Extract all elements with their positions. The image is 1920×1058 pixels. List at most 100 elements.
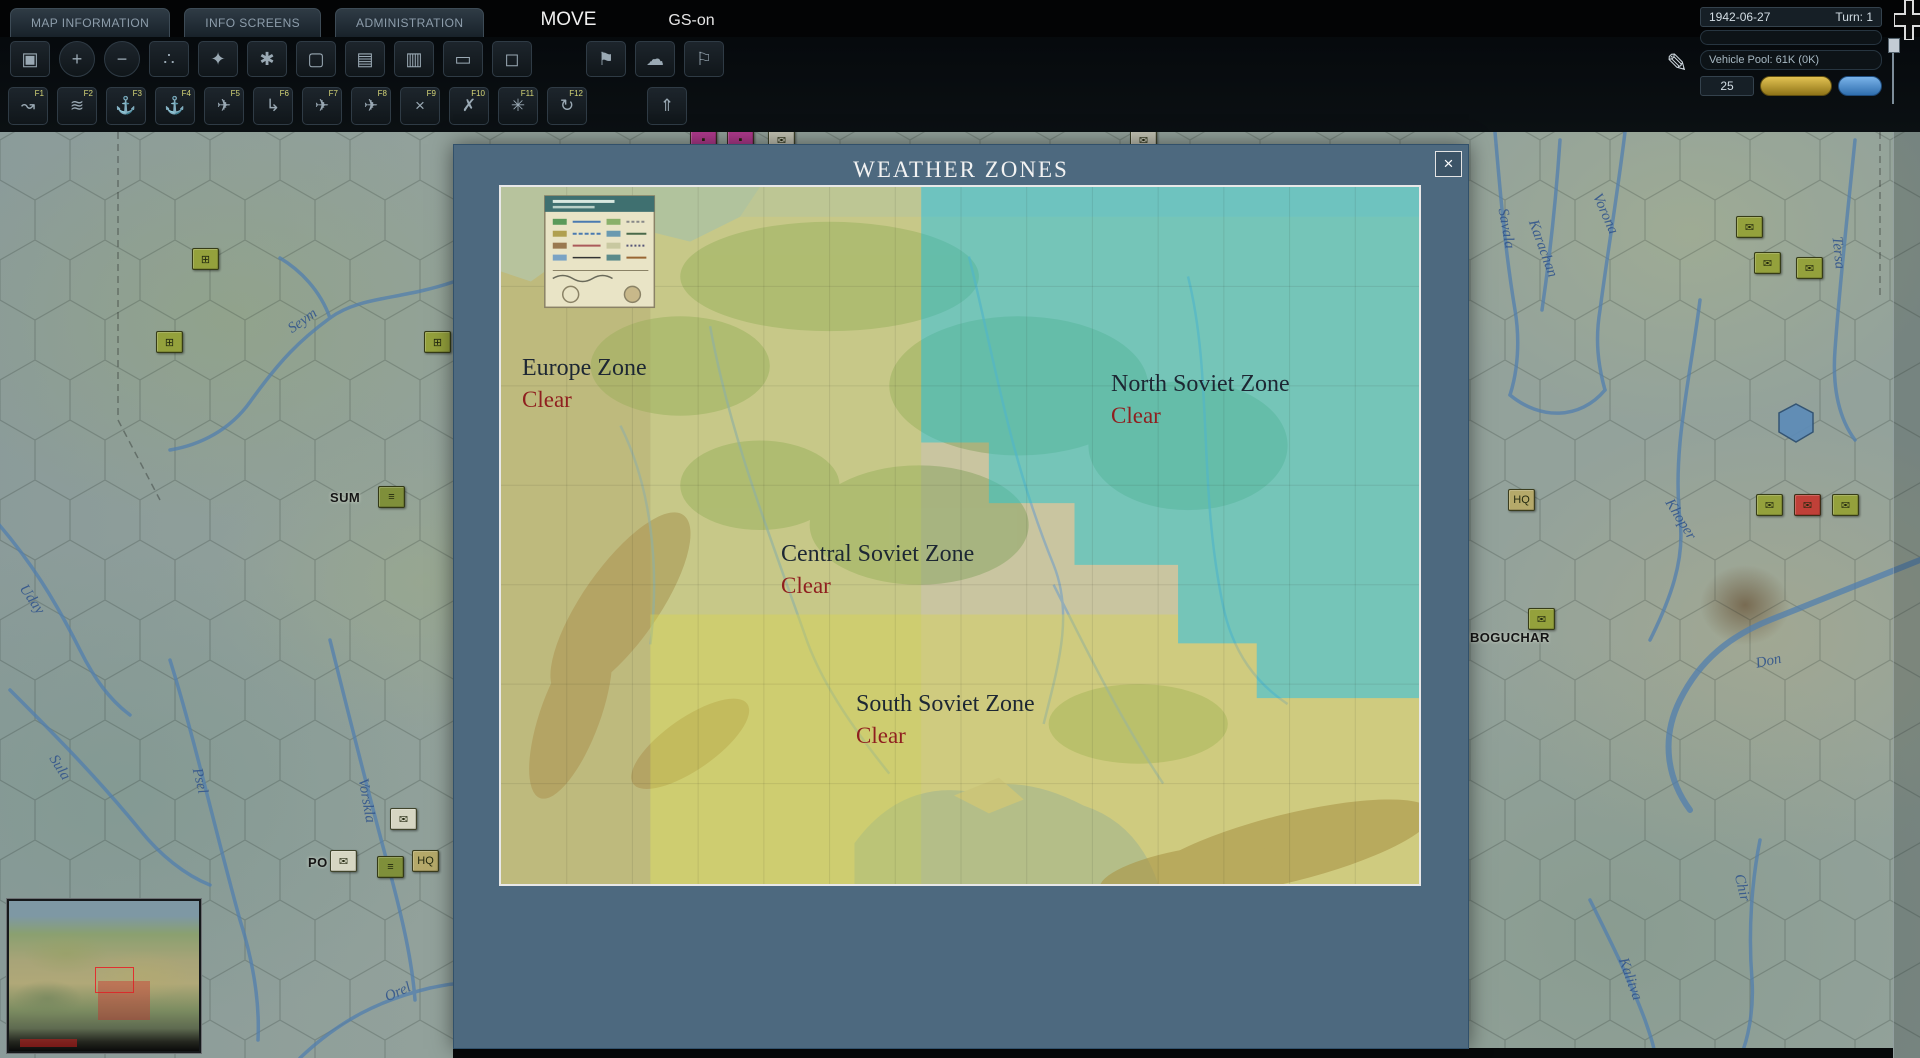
tab-administration[interactable]: ADMINISTRATION (335, 8, 484, 37)
fn-key-label: F3 (133, 89, 142, 98)
unit-display-icon[interactable]: ∴ (149, 41, 189, 77)
gs-toggle[interactable]: GS-on (668, 12, 714, 30)
move-mode-icon[interactable]: ↝ F1 (8, 87, 48, 125)
weather-zones-dialog: WEATHER ZONES × (453, 144, 1469, 1049)
weather-icon[interactable]: ☁ (635, 41, 675, 77)
fn-key-label: F5 (231, 89, 240, 98)
fn-key-label: F11 (521, 89, 534, 98)
close-button[interactable]: × (1435, 151, 1462, 177)
counters-icon[interactable]: ▢ (296, 41, 336, 77)
unit-counter[interactable]: ✉ (1756, 494, 1783, 516)
rail-mode-icon[interactable]: ≋ F2 (57, 87, 97, 125)
town-label: BOGUCHAR (1470, 630, 1550, 645)
zoom-slider[interactable] (1892, 40, 1894, 104)
unit-counter[interactable]: HQ (1508, 489, 1535, 511)
air-transport-icon[interactable]: ✈ F5 (204, 87, 244, 125)
zoom-out-icon[interactable]: − (104, 41, 140, 77)
hex-info-icon[interactable]: ✦ (198, 41, 238, 77)
minimap-front-region (98, 981, 149, 1020)
river-label: Psel (188, 766, 211, 795)
map-edge-shade (1893, 132, 1920, 1058)
river-label: Sula (45, 752, 74, 784)
zone-name: North Soviet Zone (1111, 371, 1290, 399)
select-region-icon[interactable]: ◻ (492, 41, 532, 77)
windows-icon[interactable]: ▣ (10, 41, 50, 77)
amphibious-mode-icon[interactable]: ⚓ F4 (155, 87, 195, 125)
frame-icon[interactable]: ▭ (443, 41, 483, 77)
weather-zone-label: Central Soviet Zone Clear (781, 541, 974, 599)
town-label: SUM (330, 490, 360, 505)
bottom-bar (453, 1048, 1893, 1058)
end-turn-icon[interactable]: ⇑ (647, 87, 687, 125)
status-panel: 1942-06-27 Turn: 1 Vehicle Pool: 61K (0K… (1700, 7, 1882, 96)
tool-glyph: ☁ (646, 49, 664, 70)
interdiction-icon[interactable]: ✗ F10 (449, 87, 489, 125)
mode-label[interactable]: MOVE (540, 9, 596, 31)
fn-glyph: × (415, 96, 425, 116)
zoom-value[interactable]: 25 (1700, 76, 1754, 96)
unit-counter[interactable]: ✉ (1832, 494, 1859, 516)
weather-zone-label: Europe Zone Clear (522, 355, 647, 413)
river-label: Seym (285, 305, 321, 337)
zone-status: Clear (1111, 403, 1290, 429)
unit-counter[interactable]: ✉ (330, 850, 357, 872)
tool-glyph: ✱ (259, 49, 274, 70)
zone-name: Central Soviet Zone (781, 541, 974, 569)
naval-mode-icon[interactable]: ⚓ F3 (106, 87, 146, 125)
fn-glyph: ⚓ (164, 96, 185, 116)
unit-counter[interactable]: HQ (412, 850, 439, 872)
river-label: Tersa (1828, 236, 1848, 270)
unit-counter[interactable]: ⊞ (192, 248, 219, 270)
zone-status: Clear (856, 723, 1035, 749)
tool-glyph: − (117, 49, 128, 70)
minimap[interactable] (6, 898, 202, 1054)
bombard-icon[interactable]: ✳ F11 (498, 87, 538, 125)
build-mode-icon[interactable]: ↳ F6 (253, 87, 293, 125)
unit-counter[interactable]: ≡ (377, 856, 404, 878)
stack-list-icon[interactable]: ▤ (345, 41, 385, 77)
tool-glyph: ⚑ (598, 49, 614, 70)
tool-glyph: ∴ (163, 49, 174, 70)
unit-counter[interactable]: ✉ (1754, 252, 1781, 274)
fn-glyph: ↻ (560, 96, 574, 116)
tool-glyph: ▥ (405, 49, 422, 70)
zoom-in-icon[interactable]: + (59, 41, 95, 77)
function-toolbar: ↝ F1 ≋ F2 ⚓ F3 ⚓ F4 (0, 81, 1920, 131)
unit-counter[interactable]: ✉ (1736, 216, 1763, 238)
river-label: Chir (1730, 872, 1753, 903)
blue-button[interactable] (1838, 76, 1882, 96)
close-icon: × (1444, 154, 1454, 174)
town-label: PO (308, 855, 328, 870)
chart-icon[interactable]: ▥ (394, 41, 434, 77)
unit-counter[interactable]: ⊞ (424, 331, 451, 353)
minimap-marker (20, 1039, 77, 1047)
next-phase-icon[interactable]: ↻ F12 (547, 87, 587, 125)
flag-marker-icon[interactable]: ⚑ (586, 41, 626, 77)
unit-counter[interactable]: ✉ (1794, 494, 1821, 516)
unit-counter[interactable]: ✉ (1796, 257, 1823, 279)
tab-info-screens[interactable]: INFO SCREENS (184, 8, 321, 37)
river-label: Vorona (1588, 191, 1621, 237)
settings-gear-icon[interactable]: ✱ (247, 41, 287, 77)
tool-glyph: ⚐ (696, 49, 712, 70)
unit-counter[interactable]: ⊞ (156, 331, 183, 353)
tab-map-information[interactable]: MAP INFORMATION (10, 8, 170, 37)
air-recon-icon[interactable]: ✈ F7 (302, 87, 342, 125)
fn-glyph: ≋ (70, 96, 84, 116)
unit-counter[interactable]: ✉ (1528, 608, 1555, 630)
tool-glyph: ▢ (307, 49, 324, 70)
fn-glyph: ⚓ (115, 96, 136, 116)
air-superiority-icon[interactable]: × F9 (400, 87, 440, 125)
turn-counter: Turn: 1 (1835, 10, 1873, 24)
ground-attack-icon[interactable]: ✈ F8 (351, 87, 391, 125)
unit-counter[interactable]: ✉ (390, 808, 417, 830)
pennant-icon[interactable]: ⚐ (684, 41, 724, 77)
fn-key-label: F2 (84, 89, 93, 98)
pencil-icon[interactable]: ✎ (1666, 48, 1688, 79)
game-date: 1942-06-27 (1709, 10, 1770, 24)
unit-counter[interactable]: ≡ (378, 486, 405, 508)
main-toolbar: ▣ + − ∴ ✦ ✱ ▢ ▤ ▥ ▭ ◻ (0, 37, 1920, 81)
tool-glyph: ✦ (210, 49, 225, 70)
gold-button[interactable] (1760, 76, 1832, 96)
map-key-legend (545, 196, 655, 307)
